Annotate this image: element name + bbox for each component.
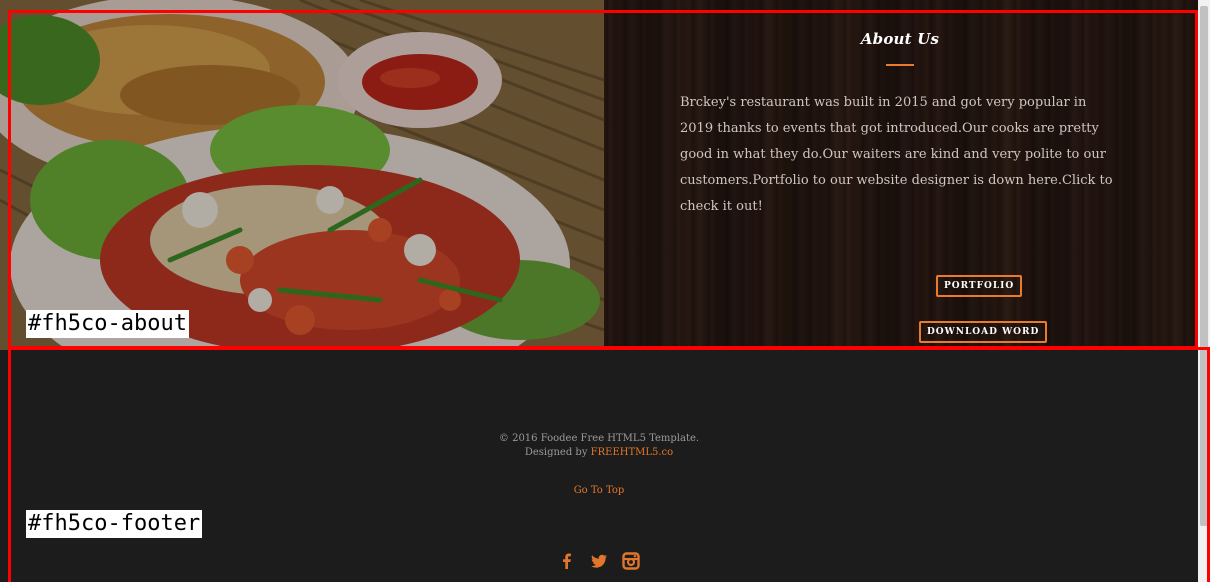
facebook-icon[interactable]	[558, 552, 576, 570]
freehtml5-link[interactable]: FREEHTML5.co	[591, 447, 674, 458]
copyright-line: © 2016 Foodee Free HTML5 Template.	[498, 433, 700, 444]
footer-section-label: #fh5co-footer	[26, 510, 203, 538]
about-content: About Us Brckey's restaurant was built i…	[680, 30, 1113, 343]
about-text-panel: About Us Brckey's restaurant was built i…	[604, 0, 1198, 350]
designed-by-prefix: Designed by	[524, 447, 588, 458]
page-scrollbar[interactable]	[1198, 0, 1210, 582]
heading-divider	[886, 64, 914, 66]
copyright: © 2016 Foodee Free HTML5 Template. Desig…	[0, 432, 1198, 460]
designed-by-line: Designed by FREEHTML5.co	[0, 446, 1198, 460]
twitter-icon[interactable]	[590, 552, 608, 570]
about-paragraph: Brckey's restaurant was built in 2015 an…	[680, 95, 1113, 214]
download-word-button[interactable]: DOWNLOAD WORD	[919, 321, 1048, 343]
scrollbar-thumb[interactable]	[1200, 6, 1208, 526]
food-photo	[0, 0, 604, 362]
about-heading: About Us	[860, 30, 940, 48]
about-section: About Us Brckey's restaurant was built i…	[0, 0, 1198, 362]
social-links	[0, 552, 1198, 570]
about-section-label: #fh5co-about	[26, 310, 189, 338]
footer-section: © 2016 Foodee Free HTML5 Template. Desig…	[0, 350, 1198, 582]
portfolio-button[interactable]: PORTFOLIO	[936, 275, 1023, 297]
instagram-icon[interactable]	[622, 552, 640, 570]
go-to-top-link[interactable]: Go To Top	[0, 485, 1198, 496]
